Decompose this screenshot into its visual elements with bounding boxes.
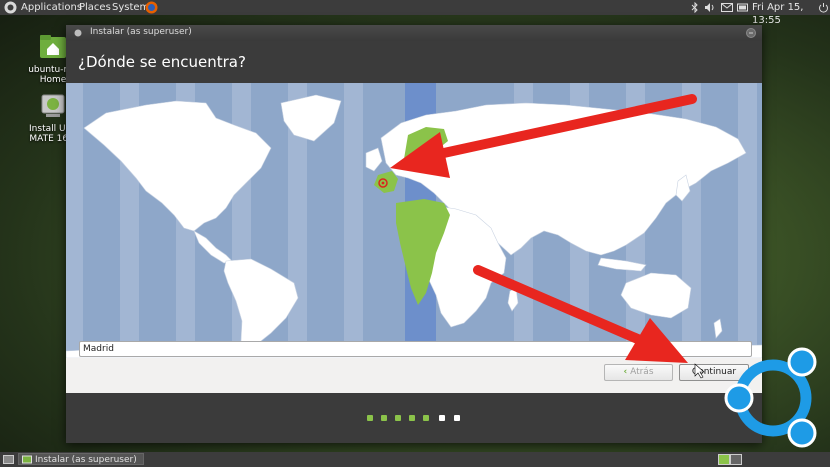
taskbar-installer-label: Instalar (as superuser): [35, 455, 137, 465]
progress-dot-1: [367, 415, 373, 421]
window-close-icon[interactable]: [746, 28, 756, 38]
menu-applications[interactable]: Applications: [21, 1, 82, 14]
progress-dot-7: [454, 415, 460, 421]
mate-logo-icon[interactable]: [4, 1, 17, 14]
bottom-panel: Instalar (as superuser): [0, 452, 830, 467]
workspace-switcher-icon[interactable]: [718, 454, 742, 465]
sound-icon[interactable]: [704, 2, 717, 13]
continue-button-label: Continuar: [691, 367, 737, 377]
progress-dot-3: [395, 415, 401, 421]
world-map: [66, 83, 762, 358]
progress-dot-4: [409, 415, 415, 421]
continue-button[interactable]: Continuar: [679, 364, 749, 381]
home-folder-icon: [40, 35, 66, 58]
window-title: Instalar (as superuser): [90, 27, 192, 37]
bluetooth-icon[interactable]: [691, 2, 699, 13]
installer-window: Instalar (as superuser) ¿Dónde se encuen…: [66, 25, 762, 443]
timezone-map[interactable]: [66, 83, 762, 358]
progress-footer: [66, 393, 762, 443]
window-titlebar[interactable]: Instalar (as superuser): [66, 25, 762, 41]
taskbar-installer[interactable]: Instalar (as superuser): [18, 453, 144, 465]
page-header: ¿Dónde se encuentra?: [66, 41, 762, 83]
window-menu-icon[interactable]: [74, 29, 82, 37]
back-button[interactable]: ‹ Atrás: [604, 364, 673, 381]
progress-dot-2: [381, 415, 387, 421]
menu-system[interactable]: System: [112, 1, 149, 14]
battery-icon[interactable]: [737, 3, 749, 12]
firefox-icon[interactable]: [145, 1, 158, 14]
mail-icon[interactable]: [721, 3, 733, 12]
top-panel: Applications Places System Fri Apr 15, 1…: [0, 0, 830, 26]
installer-icon: [41, 94, 65, 117]
progress-dot-5: [423, 415, 429, 421]
power-icon[interactable]: [818, 2, 829, 13]
menu-places[interactable]: Places: [79, 1, 111, 14]
page-title: ¿Dónde se encuentra?: [78, 53, 246, 71]
progress-dot-6: [439, 415, 445, 421]
show-desktop-icon[interactable]: [3, 454, 14, 465]
installer-task-icon: [22, 455, 32, 464]
location-input[interactable]: [79, 341, 752, 357]
back-button-label: Atrás: [630, 367, 654, 377]
back-arrow-icon: ‹: [623, 367, 628, 377]
